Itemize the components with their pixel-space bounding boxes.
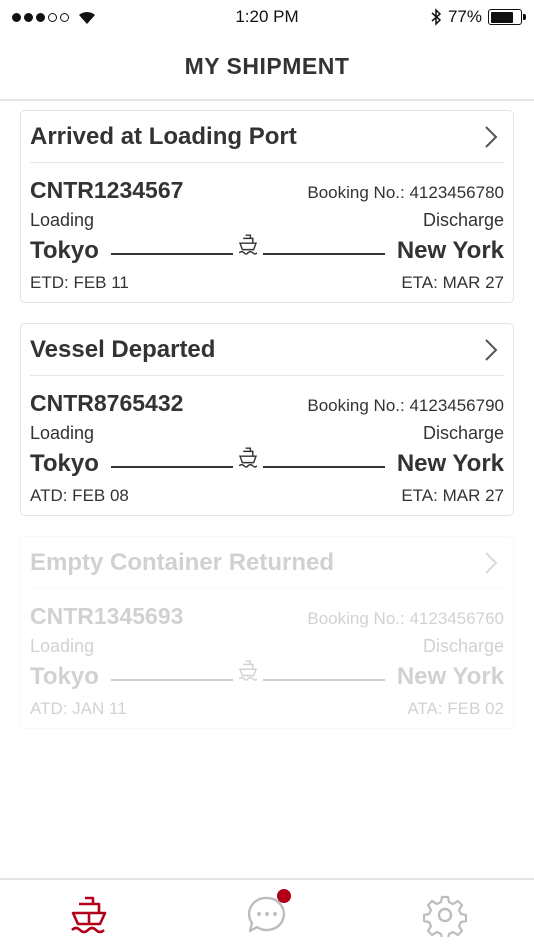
- header: MY SHIPMENT: [0, 34, 534, 101]
- shipment-card[interactable]: Vessel Departed CNTR8765432 Booking No.:…: [20, 323, 514, 516]
- container-number: CNTR1345693: [30, 603, 184, 629]
- departure-date: ATD: FEB 08: [30, 486, 129, 505]
- arrival-date: ETA: MAR 27: [401, 486, 504, 505]
- discharge-label: Discharge: [422, 210, 504, 230]
- origin-port: Tokyo: [30, 663, 99, 690]
- battery-level: [490, 11, 513, 23]
- tab-settings[interactable]: [415, 885, 475, 945]
- container-number: CNTR1234567: [30, 177, 184, 203]
- ship-icon: [71, 896, 107, 934]
- ship-icon: [232, 655, 263, 685]
- loading-label: Loading: [30, 423, 95, 443]
- shipment-card[interactable]: Arrived at Loading Port CNTR1234567 Book…: [20, 110, 514, 303]
- destination-port: New York: [396, 237, 504, 264]
- discharge-label: Discharge: [422, 423, 504, 443]
- ship-icon: [232, 229, 263, 259]
- loading-label: Loading: [30, 210, 95, 230]
- destination-port: New York: [396, 663, 504, 690]
- booking-number: Booking No.: 4123456780: [307, 183, 504, 202]
- shipment-card[interactable]: Empty Container Returned CNTR1345693 Boo…: [20, 536, 514, 729]
- status-time: 1:20 PM: [235, 7, 299, 26]
- battery-icon: [488, 9, 526, 25]
- loading-label: Loading: [30, 636, 95, 656]
- shipment-status: Empty Container Returned: [30, 548, 335, 576]
- shipment-status: Arrived at Loading Port: [30, 122, 297, 150]
- status-bar: 1:20 PM 77%: [0, 0, 534, 34]
- chevron-right-icon[interactable]: [482, 551, 500, 575]
- departure-date: ETD: FEB 11: [30, 273, 129, 292]
- booking-number: Booking No.: 4123456790: [307, 396, 504, 415]
- container-number: CNTR8765432: [30, 390, 184, 416]
- discharge-label: Discharge: [422, 636, 504, 656]
- shipment-status: Vessel Departed: [30, 335, 216, 363]
- route-line: [110, 229, 385, 267]
- tab-messages[interactable]: [237, 885, 297, 945]
- notification-badge: [277, 889, 291, 903]
- gear-icon: [423, 895, 467, 937]
- route-line: [110, 442, 385, 480]
- departure-date: ATD: JAN 11: [30, 699, 127, 718]
- page-title: MY SHIPMENT: [184, 53, 350, 79]
- destination-port: New York: [396, 450, 504, 477]
- arrival-date: ETA: MAR 27: [401, 273, 504, 292]
- chevron-right-icon[interactable]: [482, 338, 500, 362]
- tab-shipments[interactable]: [59, 885, 119, 945]
- arrival-date: ATA: FEB 02: [407, 699, 504, 718]
- tab-bar: [0, 878, 534, 950]
- shipment-list: Arrived at Loading Port CNTR1234567 Book…: [20, 110, 514, 749]
- route-line: [110, 655, 385, 693]
- origin-port: Tokyo: [30, 237, 99, 264]
- ship-icon: [232, 442, 263, 472]
- booking-number: Booking No.: 4123456760: [307, 609, 504, 628]
- chevron-right-icon[interactable]: [482, 125, 500, 149]
- origin-port: Tokyo: [30, 450, 99, 477]
